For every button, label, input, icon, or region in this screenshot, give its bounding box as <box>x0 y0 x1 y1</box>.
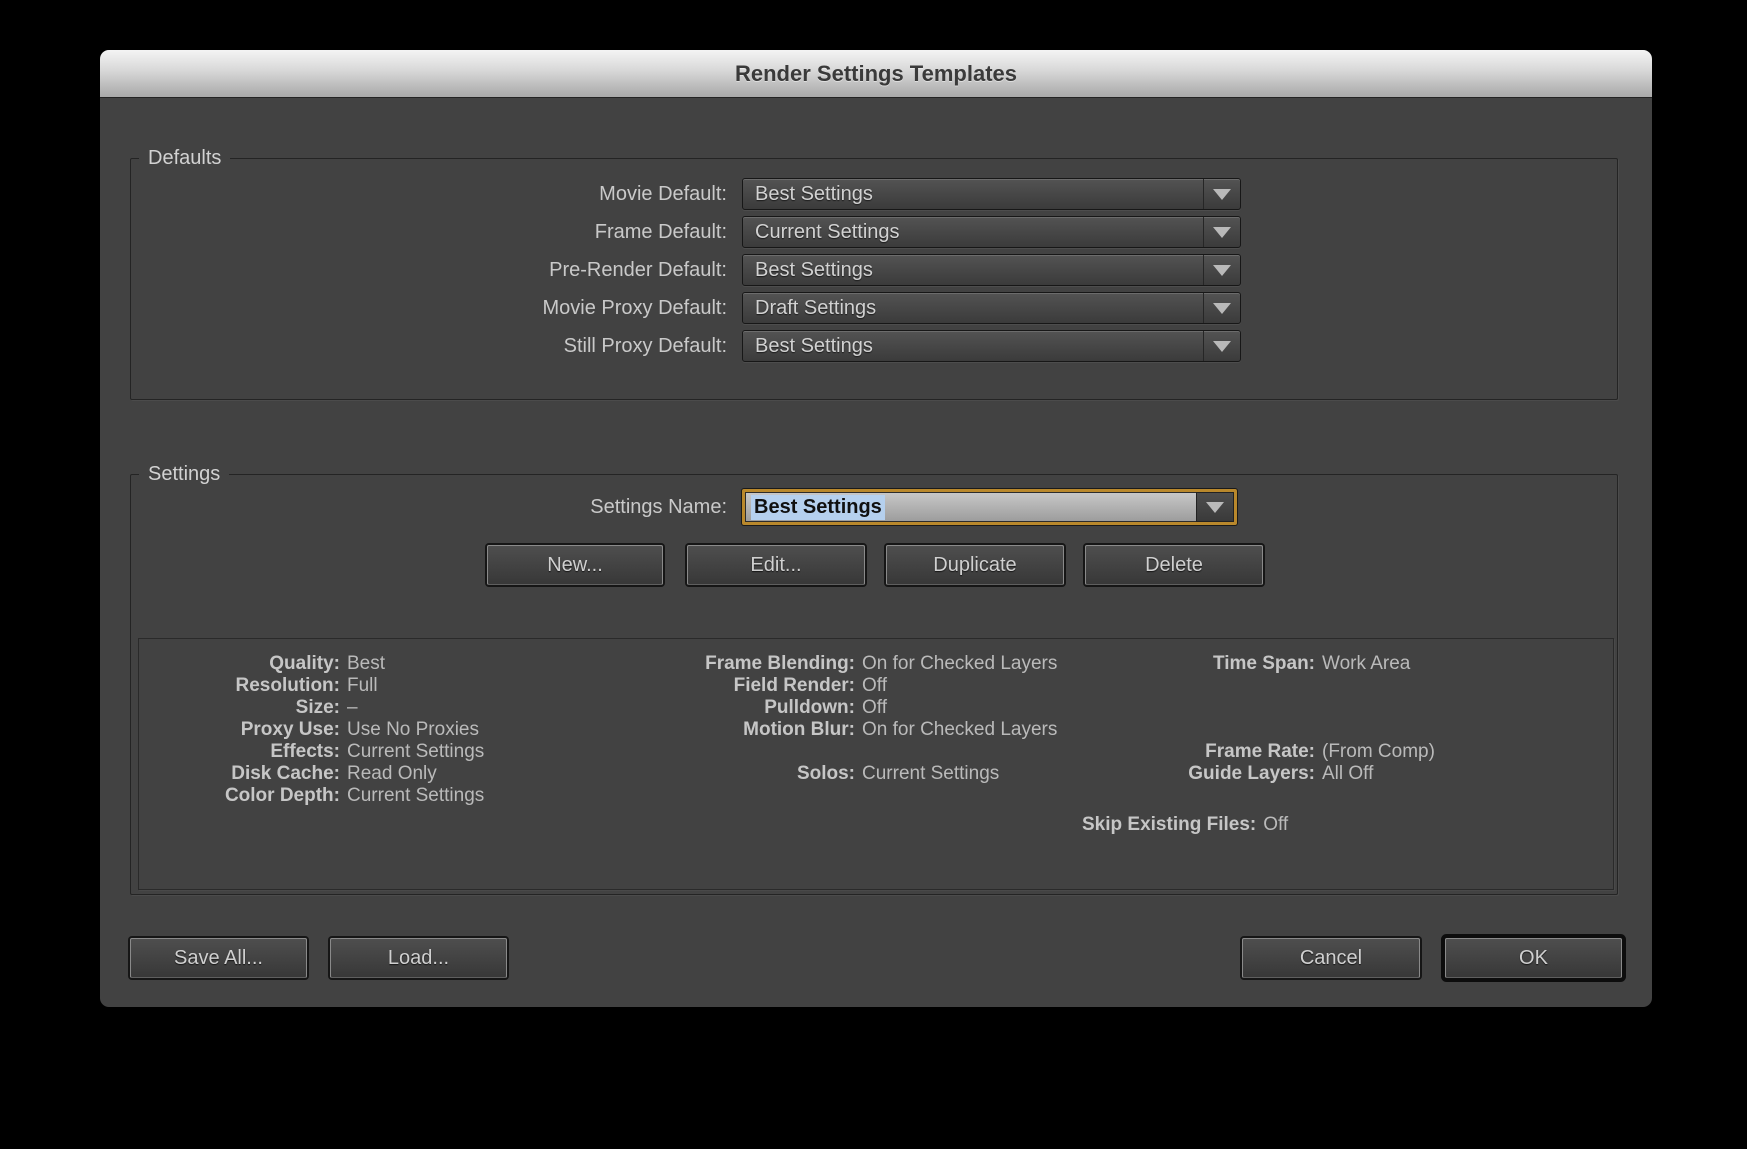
summary-row: Pulldown:Off <box>610 697 1057 719</box>
summary-row-spacer <box>1100 719 1435 741</box>
summary-row: Frame Blending:On for Checked Layers <box>610 653 1057 675</box>
edit-button-label: Edit... <box>750 554 801 577</box>
movie-default-value: Best Settings <box>755 183 873 206</box>
frame-default-label: Frame Default: <box>100 221 727 244</box>
window-title: Render Settings Templates <box>735 61 1017 87</box>
pre-render-default-row: Pre-Render Default: Best Settings <box>100 254 1241 286</box>
still-proxy-default-row: Still Proxy Default: Best Settings <box>100 330 1241 362</box>
summary-row: Quality:Best <box>150 653 484 675</box>
summary-row: Size:– <box>150 697 484 719</box>
ok-button[interactable]: OK <box>1445 938 1622 978</box>
frame-default-value: Current Settings <box>755 221 900 244</box>
summary-row: Resolution:Full <box>150 675 484 697</box>
chevron-down-icon <box>1213 341 1231 352</box>
settings-name-label: Settings Name: <box>100 496 727 519</box>
summary-row: Frame Rate:(From Comp) <box>1100 741 1435 763</box>
dropdown-arrow-zone[interactable] <box>1203 331 1240 361</box>
settings-name-input[interactable]: Best Settings <box>745 492 1196 522</box>
summary-row: Time Span:Work Area <box>1100 653 1435 675</box>
chevron-down-icon <box>1206 502 1224 513</box>
chevron-down-icon <box>1213 189 1231 200</box>
duplicate-button-label: Duplicate <box>933 554 1016 577</box>
movie-proxy-default-select[interactable]: Draft Settings <box>742 292 1241 324</box>
summary-row: Color Depth:Current Settings <box>150 785 484 807</box>
summary-row-spacer <box>1100 697 1435 719</box>
summary-row-spacer <box>610 741 1057 763</box>
dropdown-arrow-zone[interactable] <box>1203 217 1240 247</box>
movie-default-label: Movie Default: <box>100 183 727 206</box>
settings-name-row: Settings Name: Best Settings <box>100 488 1237 526</box>
pre-render-default-label: Pre-Render Default: <box>100 259 727 282</box>
cancel-button-label: Cancel <box>1300 947 1362 970</box>
dropdown-arrow-zone[interactable] <box>1203 293 1240 323</box>
settings-legend: Settings <box>139 463 229 486</box>
edit-button[interactable]: Edit... <box>687 545 865 585</box>
window-titlebar: Render Settings Templates <box>100 50 1652 98</box>
dropdown-arrow-zone[interactable] <box>1203 255 1240 285</box>
summary-row: Proxy Use:Use No Proxies <box>150 719 484 741</box>
dropdown-arrow-zone[interactable] <box>1203 179 1240 209</box>
cancel-button[interactable]: Cancel <box>1242 938 1420 978</box>
pre-render-default-select[interactable]: Best Settings <box>742 254 1241 286</box>
summary-row: Guide Layers:All Off <box>1100 763 1435 785</box>
summary-column-right: Time Span:Work Area Frame Rate:(From Com… <box>1100 653 1435 785</box>
frame-default-select[interactable]: Current Settings <box>742 216 1241 248</box>
movie-default-row: Movie Default: Best Settings <box>100 178 1241 210</box>
movie-proxy-default-value: Draft Settings <box>755 297 876 320</box>
summary-row: Field Render:Off <box>610 675 1057 697</box>
summary-row-spacer <box>1100 675 1435 697</box>
summary-row: Disk Cache:Read Only <box>150 763 484 785</box>
settings-name-dropdown-button[interactable] <box>1196 492 1234 522</box>
pre-render-default-value: Best Settings <box>755 259 873 282</box>
ok-button-label: OK <box>1519 947 1548 970</box>
render-settings-templates-dialog: Render Settings Templates Defaults Movie… <box>100 50 1652 1007</box>
movie-proxy-default-row: Movie Proxy Default: Draft Settings <box>100 292 1241 324</box>
movie-proxy-default-label: Movie Proxy Default: <box>100 297 727 320</box>
defaults-legend: Defaults <box>139 147 230 170</box>
new-button-label: New... <box>547 554 603 577</box>
chevron-down-icon <box>1213 265 1231 276</box>
delete-button[interactable]: Delete <box>1085 545 1263 585</box>
settings-name-combo: Best Settings <box>742 489 1237 525</box>
load-button[interactable]: Load... <box>330 938 507 978</box>
settings-name-selected-text: Best Settings <box>751 495 885 520</box>
new-button[interactable]: New... <box>487 545 663 585</box>
frame-default-row: Frame Default: Current Settings <box>100 216 1241 248</box>
load-button-label: Load... <box>388 947 449 970</box>
summary-column-left: Quality:Best Resolution:Full Size:– Prox… <box>150 653 484 807</box>
save-all-button-label: Save All... <box>174 947 263 970</box>
summary-row: Motion Blur:On for Checked Layers <box>610 719 1057 741</box>
still-proxy-default-label: Still Proxy Default: <box>100 335 727 358</box>
summary-column-middle: Frame Blending:On for Checked Layers Fie… <box>610 653 1057 785</box>
save-all-button[interactable]: Save All... <box>130 938 307 978</box>
chevron-down-icon <box>1213 227 1231 238</box>
still-proxy-default-value: Best Settings <box>755 335 873 358</box>
summary-row: Solos:Current Settings <box>610 763 1057 785</box>
summary-row: Effects:Current Settings <box>150 741 484 763</box>
delete-button-label: Delete <box>1145 554 1203 577</box>
still-proxy-default-select[interactable]: Best Settings <box>742 330 1241 362</box>
skip-existing-files-row: Skip Existing Files: Off <box>1082 814 1288 836</box>
duplicate-button[interactable]: Duplicate <box>886 545 1064 585</box>
chevron-down-icon <box>1213 303 1231 314</box>
movie-default-select[interactable]: Best Settings <box>742 178 1241 210</box>
